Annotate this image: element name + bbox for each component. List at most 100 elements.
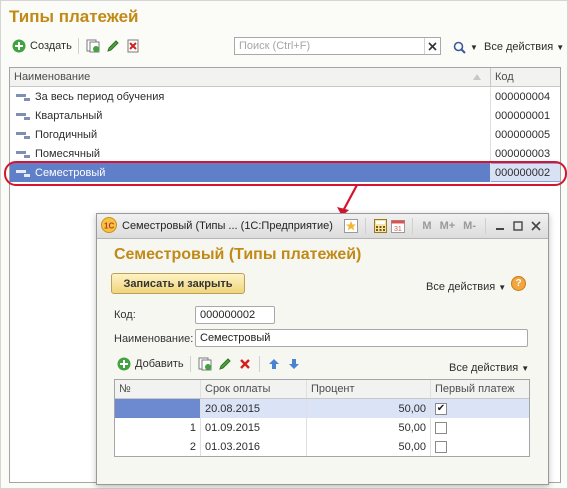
- svg-text:31: 31: [394, 226, 402, 233]
- catalog-item-icon: [15, 89, 31, 105]
- list-item-code: 000000003: [495, 147, 551, 160]
- row-due-date[interactable]: 01.03.2016: [201, 437, 307, 456]
- column-header-number[interactable]: №: [115, 380, 201, 398]
- create-button-label: Создать: [30, 40, 72, 52]
- favorite-star-icon[interactable]: [343, 218, 359, 234]
- list-item[interactable]: Погодичный 000000005: [10, 125, 560, 144]
- column-header-code[interactable]: Код: [491, 68, 560, 86]
- delete-icon: [125, 38, 141, 54]
- search-input[interactable]: [235, 38, 421, 54]
- close-icon[interactable]: [528, 218, 544, 234]
- dialog-all-actions-menu[interactable]: Все действия ▼: [424, 277, 508, 297]
- arrow-down-icon: [286, 356, 302, 372]
- copy-icon: [85, 38, 101, 54]
- memory-button[interactable]: M: [419, 218, 434, 234]
- memory-minus-button[interactable]: M-: [460, 218, 479, 234]
- calendar-icon[interactable]: 31: [390, 218, 406, 234]
- edit-dialog: 1С Семестровый (Типы ... (1С:Предприятие…: [96, 213, 549, 485]
- row-number: 1: [115, 418, 201, 437]
- list-item-code: 000000005: [495, 128, 551, 141]
- dialog-window-title: Семестровый (Типы ... (1С:Предприятие): [122, 220, 333, 232]
- column-header-percent[interactable]: Процент: [307, 380, 431, 398]
- row-percent[interactable]: 50,00: [307, 437, 431, 456]
- help-button[interactable]: ?: [511, 276, 526, 291]
- all-actions-label: Все действия: [484, 41, 554, 53]
- memory-plus-button[interactable]: M+: [437, 218, 459, 234]
- table-row[interactable]: 1 01.09.2015 50,00: [115, 418, 529, 437]
- catalog-item-icon: [15, 127, 31, 143]
- clear-icon[interactable]: [424, 38, 440, 54]
- move-up-button[interactable]: [264, 354, 284, 374]
- row-due-date[interactable]: 01.09.2015: [201, 418, 307, 437]
- list-item-code: 000000004: [495, 90, 551, 103]
- copy-button[interactable]: [83, 36, 103, 56]
- titlebar-divider: [365, 218, 367, 234]
- create-button[interactable]: Создать: [9, 36, 74, 56]
- name-field[interactable]: Семестровый: [195, 329, 528, 347]
- copy-icon: [197, 356, 213, 372]
- column-header-first-payment[interactable]: Первый платеж: [431, 380, 529, 398]
- search-field[interactable]: [234, 37, 441, 55]
- add-row-label: Добавить: [135, 358, 184, 370]
- chevron-down-icon: ▼: [498, 282, 507, 292]
- table-row[interactable]: 2 01.03.2016 50,00: [115, 437, 529, 456]
- list-item-name: Помесячный: [35, 147, 101, 160]
- toolbar-divider: [77, 38, 79, 54]
- search-icon: [451, 39, 467, 55]
- list-item[interactable]: Квартальный 000000001: [10, 106, 560, 125]
- first-payment-checkbox[interactable]: [435, 421, 447, 434]
- payment-schedule-table[interactable]: № Срок оплаты Процент Первый платеж 20.0…: [114, 379, 530, 457]
- pencil-icon: [105, 38, 121, 54]
- column-header-code-label: Код: [495, 71, 514, 83]
- table-row[interactable]: 20.08.2015 50,00 ✔: [115, 399, 529, 418]
- page-title: Типы платежей: [9, 7, 139, 26]
- dialog-heading: Семестровый (Типы платежей): [114, 246, 362, 263]
- chevron-down-icon: ▼: [521, 363, 530, 373]
- titlebar-divider: [412, 218, 414, 234]
- delete-mark-button[interactable]: [123, 36, 143, 56]
- list-item[interactable]: За весь период обучения 000000004: [10, 87, 560, 106]
- list-item-name: Погодичный: [35, 128, 98, 141]
- plus-circle-icon: [11, 38, 27, 54]
- table-all-actions-menu[interactable]: Все действия ▼: [447, 358, 531, 378]
- add-row-button[interactable]: Добавить: [114, 354, 186, 374]
- highlight-oval: [4, 161, 567, 186]
- calculator-icon[interactable]: [372, 218, 388, 234]
- code-field[interactable]: 000000002: [195, 306, 275, 324]
- maximize-icon[interactable]: [510, 218, 526, 234]
- minimize-icon[interactable]: [492, 218, 508, 234]
- chevron-down-icon: ▼: [470, 42, 478, 52]
- edit-button[interactable]: [103, 36, 123, 56]
- first-payment-checkbox[interactable]: ✔: [435, 402, 447, 415]
- list-header: Наименование Код: [10, 68, 560, 87]
- annotation-arrow: [337, 184, 358, 216]
- column-header-name[interactable]: Наименование: [10, 68, 491, 86]
- delete-row-button[interactable]: [235, 354, 255, 374]
- row-due-date[interactable]: 20.08.2015: [201, 399, 307, 418]
- name-field-label: Наименование:: [114, 333, 194, 345]
- save-and-close-button[interactable]: Записать и закрыть: [111, 273, 245, 294]
- toolbar-divider: [189, 356, 191, 372]
- all-actions-label: Все действия: [449, 362, 519, 374]
- search-button[interactable]: ▼: [449, 37, 480, 57]
- first-payment-checkbox[interactable]: [435, 440, 447, 453]
- svg-text:1С: 1С: [104, 221, 114, 230]
- sort-icon: [472, 72, 482, 84]
- copy-row-button[interactable]: [195, 354, 215, 374]
- dialog-titlebar[interactable]: 1С Семестровый (Типы ... (1С:Предприятие…: [97, 214, 548, 239]
- row-percent[interactable]: 50,00: [307, 418, 431, 437]
- pencil-icon: [217, 356, 233, 372]
- titlebar-divider: [485, 218, 486, 234]
- move-down-button[interactable]: [284, 354, 304, 374]
- code-field-label: Код:: [114, 309, 136, 321]
- edit-row-button[interactable]: [215, 354, 235, 374]
- list-item-name: За весь период обучения: [35, 90, 165, 103]
- plus-circle-icon: [116, 356, 132, 372]
- column-header-due-date[interactable]: Срок оплаты: [201, 380, 307, 398]
- all-actions-menu[interactable]: Все действия ▼: [482, 37, 566, 57]
- arrow-up-icon: [266, 356, 282, 372]
- row-number: [115, 399, 201, 418]
- delete-x-icon: [237, 356, 253, 372]
- all-actions-label: Все действия: [426, 281, 496, 293]
- row-percent[interactable]: 50,00: [307, 399, 431, 418]
